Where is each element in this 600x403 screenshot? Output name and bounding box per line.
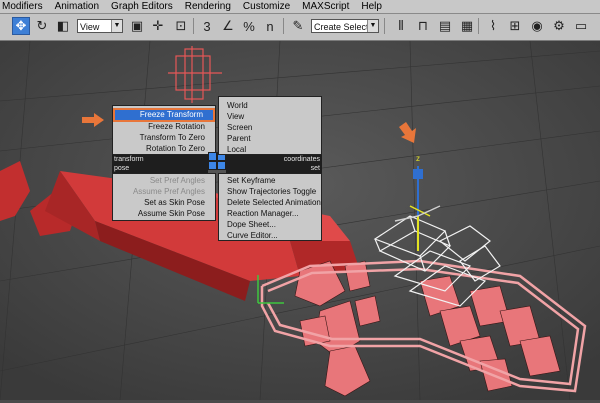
freeze-transform-item[interactable]: Freeze Transform (113, 108, 215, 122)
named-selection-set-dropdown[interactable]: Create Selection Se ▼ (311, 19, 379, 33)
quad-header-pose: pose (112, 164, 208, 173)
rotation-to-zero-item[interactable]: Rotation To Zero (115, 144, 213, 154)
menu-graph-editors[interactable]: Graph Editors (105, 0, 179, 13)
coord-view-item[interactable]: View (227, 112, 317, 122)
quad-right-top-panel: World View Screen Parent Local (218, 96, 322, 155)
quad-left-top-panel: Freeze Transform Freeze Rotation Transfo… (112, 105, 216, 155)
coord-local-item[interactable]: Local (227, 145, 317, 155)
toolbar-separator (384, 18, 385, 34)
layer-manager-icon[interactable]: ▤ (436, 17, 454, 35)
angle-snap-icon[interactable]: ∠ (219, 17, 237, 35)
snap-toggle-label: 3 (203, 18, 211, 34)
menu-customize[interactable]: Customize (237, 0, 296, 13)
coord-screen-item[interactable]: Screen (227, 123, 317, 133)
coord-world-item[interactable]: World (227, 101, 317, 111)
select-move-icon[interactable]: ✥ (12, 17, 30, 35)
quad-right-bottom-panel: Set Keyframe Show Trajectories Toggle De… (218, 173, 322, 241)
quad-header-coordinates: coordinates (226, 155, 322, 164)
quad-left-bottom-panel: Set Pref Angles Assume Pref Angles Set a… (112, 173, 216, 221)
set-pref-angles-item: Set Pref Angles (149, 176, 205, 185)
reference-coordinate-value: View (80, 22, 100, 32)
curve-editor-icon[interactable]: ⌇ (484, 17, 502, 35)
spinner-snap-label: n (266, 18, 274, 34)
perspective-viewport[interactable]: z Freeze Transform Freeze Rotation Trans… (0, 40, 600, 401)
toolbar-separator (478, 18, 479, 34)
keyboard-shortcut-icon[interactable]: ⊡ (172, 17, 190, 35)
render-frame-icon[interactable]: ▭ (572, 17, 590, 35)
percent-snap-label: % (243, 18, 255, 34)
delete-selected-animation-item[interactable]: Delete Selected Animation (227, 198, 321, 208)
menu-maxscript[interactable]: MAXScript (296, 0, 355, 13)
edit-named-selection-icon[interactable]: ✎ (289, 17, 307, 35)
set-keyframe-item[interactable]: Set Keyframe (227, 176, 321, 186)
toolbar-separator (193, 18, 194, 34)
chevron-down-icon: ▼ (111, 20, 122, 32)
schematic-view-icon[interactable]: ⊞ (506, 17, 524, 35)
select-manipulate-icon[interactable]: ✛ (149, 17, 167, 35)
assume-pref-angles-item: Assume Pref Angles (132, 187, 205, 196)
curve-editor-item[interactable]: Curve Editor... (227, 231, 321, 241)
coord-parent-item[interactable]: Parent (227, 134, 317, 144)
select-rotate-icon[interactable]: ↻ (33, 17, 51, 35)
reference-coordinate-dropdown[interactable]: View ▼ (77, 19, 123, 33)
reaction-manager-item[interactable]: Reaction Manager... (227, 209, 321, 219)
mirror-icon[interactable]: ⫴ (392, 17, 410, 35)
dope-sheet-item[interactable]: Dope Sheet... (227, 220, 321, 230)
menu-animation[interactable]: Animation (49, 0, 105, 13)
snap-toggle-icon[interactable]: 3 (198, 17, 216, 35)
chevron-down-icon: ▼ (367, 20, 378, 32)
freeze-rotation-item[interactable]: Freeze Rotation (115, 122, 213, 132)
spinner-snap-icon[interactable]: n (261, 17, 279, 35)
menu-help[interactable]: Help (355, 0, 388, 13)
gizmo-z-label: z (416, 154, 420, 163)
percent-snap-icon[interactable]: % (240, 17, 258, 35)
menu-bar: Modifiers Animation Graph Editors Render… (0, 0, 600, 14)
quad-header-set: set (226, 164, 322, 173)
transform-to-zero-item[interactable]: Transform To Zero (115, 133, 213, 143)
set-as-skin-pose-item[interactable]: Set as Skin Pose (115, 198, 213, 208)
toolbar-separator (283, 18, 284, 34)
show-trajectories-toggle-item[interactable]: Show Trajectories Toggle (227, 187, 321, 197)
material-editor-icon[interactable]: ◉ (528, 17, 546, 35)
menu-rendering[interactable]: Rendering (179, 0, 237, 13)
select-scale-icon[interactable]: ◧ (54, 17, 72, 35)
toggle-ribbon-icon[interactable]: ▦ (458, 17, 476, 35)
menu-modifiers[interactable]: Modifiers (0, 0, 49, 13)
quad-header-transform: transform (112, 155, 208, 164)
render-setup-icon[interactable]: ⚙ (550, 17, 568, 35)
align-icon[interactable]: ⊓ (414, 17, 432, 35)
main-toolbar: ✥ ↻ ◧ View ▼ ▣ ✛ ⊡ 3 ∠ % n ✎ Create Sele… (0, 14, 600, 41)
use-pivot-icon[interactable]: ▣ (128, 17, 146, 35)
assume-skin-pose-item[interactable]: Assume Skin Pose (115, 209, 213, 219)
